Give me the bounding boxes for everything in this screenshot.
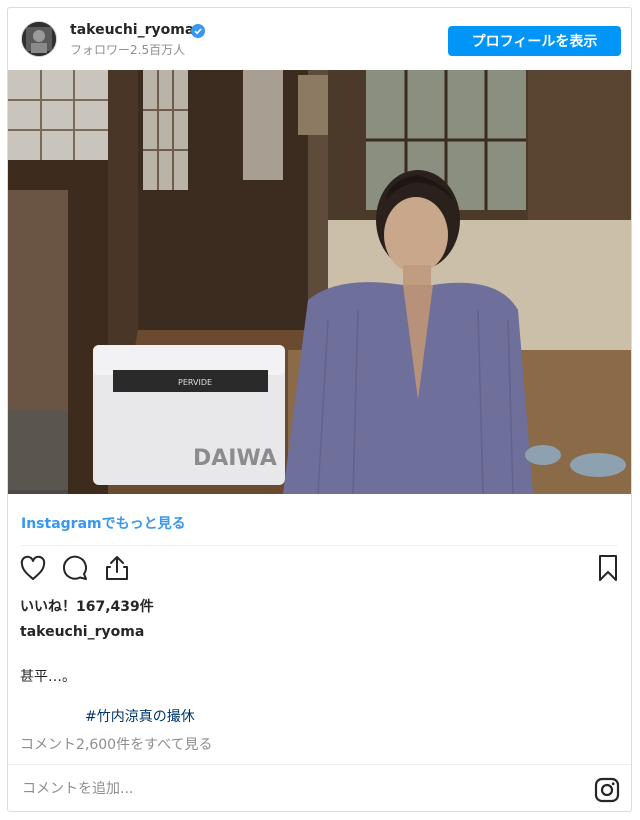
comment-bar [8,764,631,812]
bookmark-icon[interactable] [593,553,623,583]
post-photo[interactable]: PERVIDE DAIWA [8,70,631,494]
comment-icon[interactable] [60,553,90,583]
caption-author[interactable]: takeuchi_ryoma [20,624,144,640]
instagram-icon[interactable] [594,777,620,803]
cooler-logo: DAIWA [193,446,277,471]
action-bar [8,553,631,589]
avatar[interactable] [21,21,57,57]
svg-text:PERVIDE: PERVIDE [178,378,212,387]
divider [21,545,618,546]
follower-count: フォロワー2.5百万人 [70,43,186,57]
comment-input[interactable] [20,777,564,801]
view-all-comments-link[interactable]: コメント2,600件をすべて見る [20,734,213,754]
heart-icon[interactable] [18,553,48,583]
hashtag-link[interactable]: #竹内涼真の撮休 [85,706,195,726]
verified-badge-icon [191,23,205,38]
view-on-instagram-link[interactable]: Instagramでもっと見る [21,513,186,533]
like-count[interactable]: いいね！167,439件 [20,596,154,616]
post-header: takeuchi_ryoma フォロワー2.5百万人 プロフィールを表示 [8,8,631,70]
share-icon[interactable] [102,553,132,583]
instagram-embed-card: takeuchi_ryoma フォロワー2.5百万人 プロフィールを表示 PER… [7,7,632,812]
caption-text: 甚平…。 [20,669,76,685]
view-profile-button[interactable]: プロフィールを表示 [448,26,621,56]
username[interactable]: takeuchi_ryoma [70,22,194,38]
